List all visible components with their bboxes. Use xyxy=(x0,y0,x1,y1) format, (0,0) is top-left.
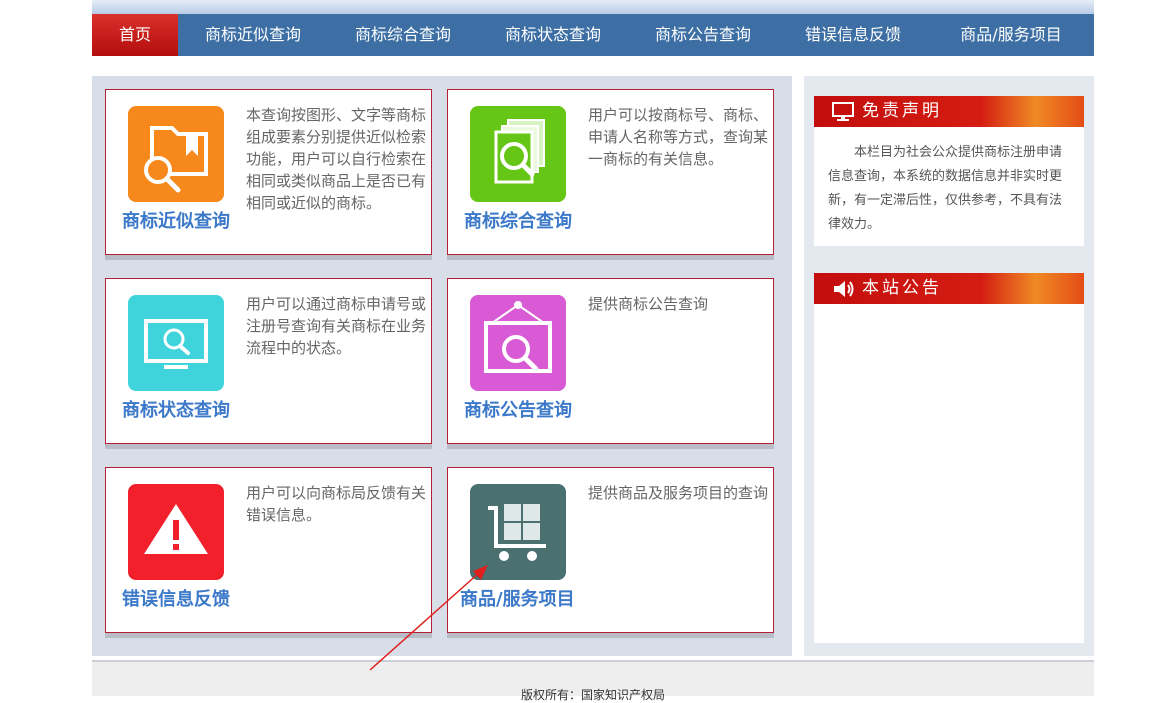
disclaimer-header: 免责声明 xyxy=(814,96,1084,127)
top-banner-strip xyxy=(92,0,1094,14)
copyright-text: 版权所有：国家知识产权局 xyxy=(520,688,665,702)
sidebar: 免责声明 本栏目为社会公众提供商标注册申请信息查询，本系统的数据信息并非实时更新… xyxy=(804,76,1094,656)
card-description: 用户可以按商标号、商标、申请人名称等方式，查询某一商标的有关信息。 xyxy=(588,106,769,168)
notice-header: 本站公告 xyxy=(814,273,1084,304)
monitor-icon xyxy=(832,102,854,121)
card-title[interactable]: 商标公告查询 xyxy=(464,396,572,422)
card-error-feedback[interactable]: 错误信息反馈 用户可以向商标局反馈有关错误信息。 xyxy=(105,467,432,633)
cart-icon[interactable] xyxy=(470,484,566,580)
card-title[interactable]: 商标综合查询 xyxy=(464,207,572,233)
card-goods-services[interactable]: 商品/服务项目 提供商品及服务项目的查询 xyxy=(447,467,774,633)
card-description: 提供商品及服务项目的查询 xyxy=(588,484,769,502)
disclaimer-text: 本栏目为社会公众提供商标注册申请信息查询，本系统的数据信息并非实时更新，有一定滞… xyxy=(828,145,1063,232)
nav-item-announcement-search[interactable]: 商标公告查询 xyxy=(628,14,778,56)
main-nav: 首页 商标近似查询 商标综合查询 商标状态查询 商标公告查询 错误信息反馈 商品… xyxy=(92,14,1094,56)
notice-title: 本站公告 xyxy=(862,278,942,298)
card-title[interactable]: 商品/服务项目 xyxy=(460,585,575,611)
card-title[interactable]: 错误信息反馈 xyxy=(122,585,230,611)
card-title[interactable]: 商标状态查询 xyxy=(122,396,230,422)
card-comprehensive-search[interactable]: 商标综合查询 用户可以按商标号、商标、申请人名称等方式，查询某一商标的有关信息。 xyxy=(447,89,774,255)
nav-item-goods-services[interactable]: 商品/服务项目 xyxy=(928,14,1094,56)
query-grid: 商标近似查询 本查询按图形、文字等商标组成要素分别提供近似检索功能，用户可以自行… xyxy=(92,76,792,656)
card-description: 用户可以通过商标申请号或注册号查询有关商标在业务流程中的状态。 xyxy=(246,295,427,357)
notice-panel: 本站公告 xyxy=(814,273,1084,643)
card-status-search[interactable]: 商标状态查询 用户可以通过商标申请号或注册号查询有关商标在业务流程中的状态。 xyxy=(105,278,432,444)
frame-search-icon[interactable] xyxy=(470,295,566,391)
card-description: 提供商标公告查询 xyxy=(588,295,709,313)
nav-item-home[interactable]: 首页 xyxy=(92,14,178,56)
documents-search-icon[interactable] xyxy=(470,106,566,202)
speaker-icon xyxy=(834,281,854,297)
disclaimer-panel: 免责声明 本栏目为社会公众提供商标注册申请信息查询，本系统的数据信息并非实时更新… xyxy=(814,96,1084,246)
card-announcement-search[interactable]: 商标公告查询 提供商标公告查询 xyxy=(447,278,774,444)
folder-search-icon[interactable] xyxy=(128,106,224,202)
card-similar-search[interactable]: 商标近似查询 本查询按图形、文字等商标组成要素分别提供近似检索功能，用户可以自行… xyxy=(105,89,432,255)
disclaimer-title: 免责声明 xyxy=(862,101,942,121)
nav-item-error-feedback[interactable]: 错误信息反馈 xyxy=(778,14,928,56)
card-description: 用户可以向商标局反馈有关错误信息。 xyxy=(246,484,427,524)
nav-item-similar-search[interactable]: 商标近似查询 xyxy=(178,14,328,56)
nav-item-status-search[interactable]: 商标状态查询 xyxy=(478,14,628,56)
notice-content xyxy=(814,304,1084,332)
nav-item-comprehensive-search[interactable]: 商标综合查询 xyxy=(328,14,478,56)
monitor-search-icon[interactable] xyxy=(128,295,224,391)
warning-icon[interactable] xyxy=(128,484,224,580)
card-title[interactable]: 商标近似查询 xyxy=(122,207,230,233)
footer: 版权所有：国家知识产权局 xyxy=(92,660,1094,702)
card-description: 本查询按图形、文字等商标组成要素分别提供近似检索功能，用户可以自行检索在相同或类… xyxy=(246,106,427,212)
